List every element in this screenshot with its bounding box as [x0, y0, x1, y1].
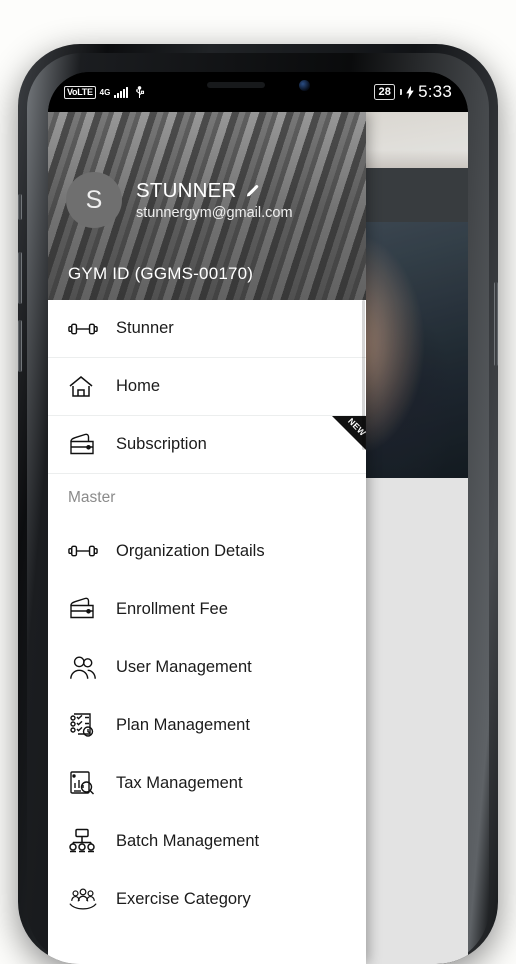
- sidebar-item-label: User Management: [116, 657, 252, 676]
- front-camera-icon: [298, 79, 310, 91]
- sidebar-item-label: Home: [116, 377, 161, 395]
- display-notch: [165, 72, 351, 102]
- navigation-drawer: S STUNNER stunnergym@gmail.com GYM ID (G…: [48, 112, 366, 964]
- group-hands-icon: [68, 887, 116, 911]
- checklist-clock-icon: [68, 712, 116, 738]
- sidebar-item-label: Tax Management: [116, 773, 243, 792]
- power-button[interactable]: [494, 282, 498, 366]
- dumbbell-icon: [68, 319, 116, 339]
- drawer-scrollbar[interactable]: [362, 300, 365, 450]
- sidebar-item-plan-management[interactable]: Plan Management: [48, 696, 366, 754]
- volte-icon: VoLTE: [64, 85, 96, 99]
- charging-bolt-icon: [406, 85, 414, 99]
- status-bar-left: VoLTE 4G: [64, 85, 145, 99]
- mute-switch-button[interactable]: [18, 194, 22, 220]
- sidebar-item-home[interactable]: Home: [48, 358, 366, 416]
- usb-icon: [134, 85, 145, 99]
- sidebar-item-stunner[interactable]: Stunner: [48, 300, 366, 358]
- report-search-icon: [68, 770, 116, 796]
- sidebar-item-exercise-category[interactable]: Exercise Category: [48, 870, 366, 928]
- dumbbell-icon: [68, 541, 116, 561]
- home-icon: [68, 375, 116, 399]
- clock-label: 5:33: [418, 82, 452, 101]
- sidebar-item-label: Exercise Category: [116, 889, 251, 908]
- section-header-master: Master: [48, 474, 366, 522]
- sidebar-item-label: Plan Management: [116, 715, 250, 734]
- signal-bars-icon: [114, 86, 129, 98]
- hierarchy-icon: [68, 828, 116, 854]
- sidebar-item-label: Organization Details: [116, 541, 265, 560]
- sidebar-item-batch-management[interactable]: Batch Management: [48, 812, 366, 870]
- profile-text: STUNNER stunnergym@gmail.com: [136, 179, 293, 221]
- earpiece-speaker: [206, 82, 265, 88]
- sidebar-item-enrollment-fee[interactable]: Enrollment Fee: [48, 580, 366, 638]
- sidebar-item-label: Enrollment Fee: [116, 599, 228, 618]
- phone-screen: Stu Live Member(s) 0: [48, 72, 468, 964]
- profile-row: S STUNNER stunnergym@gmail.com: [66, 172, 354, 228]
- network-type-label: 4G: [99, 87, 111, 97]
- profile-name: STUNNER: [136, 179, 237, 202]
- users-icon: [68, 655, 116, 680]
- gym-id-label: GYM ID (GGMS-00170): [68, 264, 254, 283]
- sidebar-item-label: Batch Management: [116, 831, 260, 850]
- phone-device-frame: Stu Live Member(s) 0: [18, 44, 498, 964]
- status-bar-right: 28 5:33: [374, 82, 452, 102]
- edit-pencil-icon[interactable]: [244, 184, 259, 199]
- sidebar-item-user-management[interactable]: User Management: [48, 638, 366, 696]
- volume-up-button[interactable]: [18, 252, 22, 304]
- wallet-icon: [68, 597, 116, 621]
- sidebar-item-label: Subscription: [116, 435, 207, 453]
- device-inner-bezel: Stu Live Member(s) 0: [27, 53, 489, 964]
- profile-email: stunnergym@gmail.com: [136, 205, 293, 221]
- new-badge-ribbon: NEW: [332, 416, 366, 450]
- volume-down-button[interactable]: [18, 320, 22, 372]
- wallet-icon: [68, 433, 116, 457]
- sidebar-item-tax-management[interactable]: Tax Management: [48, 754, 366, 812]
- battery-percent-label: 28: [374, 84, 396, 100]
- sidebar-item-label: Stunner: [116, 319, 174, 337]
- drawer-header: S STUNNER stunnergym@gmail.com GYM ID (G…: [48, 112, 366, 300]
- sidebar-item-organization-details[interactable]: Organization Details: [48, 522, 366, 580]
- profile-name-row: STUNNER: [136, 179, 293, 203]
- avatar: S: [66, 172, 122, 228]
- sidebar-item-subscription[interactable]: Subscription NEW: [48, 416, 366, 474]
- battery-nub-icon: [400, 89, 403, 95]
- drawer-menu-list: Stunner Home Subscription NEW Master Org…: [48, 300, 366, 964]
